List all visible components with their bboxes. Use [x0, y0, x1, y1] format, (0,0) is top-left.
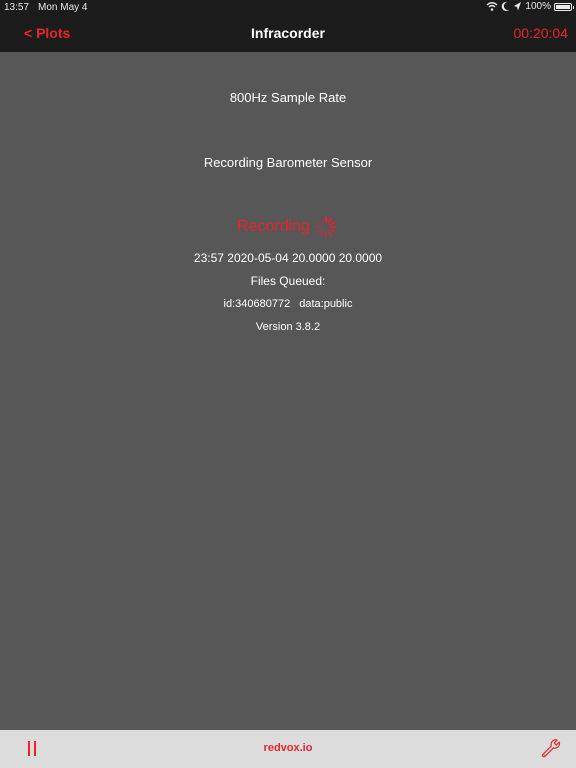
device-id-text: id:340680772: [223, 298, 291, 310]
data-visibility-text: data:public: [299, 298, 353, 310]
spinner-icon: [314, 216, 337, 238]
battery-icon: [554, 2, 574, 11]
status-time: 13:57: [4, 2, 30, 13]
status-right: 100%: [486, 1, 574, 12]
bottom-toolbar: redvox.io: [0, 730, 576, 768]
moon-icon: [502, 1, 510, 11]
wrench-icon[interactable]: [540, 738, 562, 760]
recording-timer: 00:20:04: [513, 25, 569, 41]
timestamp-text: 23:57 2020-05-04 20.0000 20.0000: [193, 251, 383, 265]
location-arrow-icon: [514, 2, 522, 11]
status-date: Mon May 4: [38, 2, 88, 13]
sensor-status-text: Recording Barometer Sensor: [203, 155, 373, 170]
status-left: 13:57 Mon May 4: [4, 2, 97, 13]
version-text: Version 3.8.2: [255, 321, 321, 333]
wifi-icon: [486, 2, 498, 11]
device-info: id:340680772 data:public: [0, 298, 576, 310]
sample-rate-text: 800Hz Sample Rate: [229, 90, 347, 105]
navigation-bar: < Plots Infracorder 00:20:04: [0, 15, 576, 52]
recording-indicator: Recording: [0, 214, 576, 240]
main-content: 800Hz Sample Rate Recording Barometer Se…: [0, 52, 576, 730]
recording-label: Recording: [237, 218, 310, 235]
files-queued-text: Files Queued:: [250, 274, 326, 288]
status-bar: 13:57 Mon May 4 100%: [0, 0, 576, 15]
page-title: Infracorder: [251, 25, 325, 41]
battery-percent: 100%: [525, 1, 551, 12]
redvox-link[interactable]: redvox.io: [0, 742, 576, 754]
